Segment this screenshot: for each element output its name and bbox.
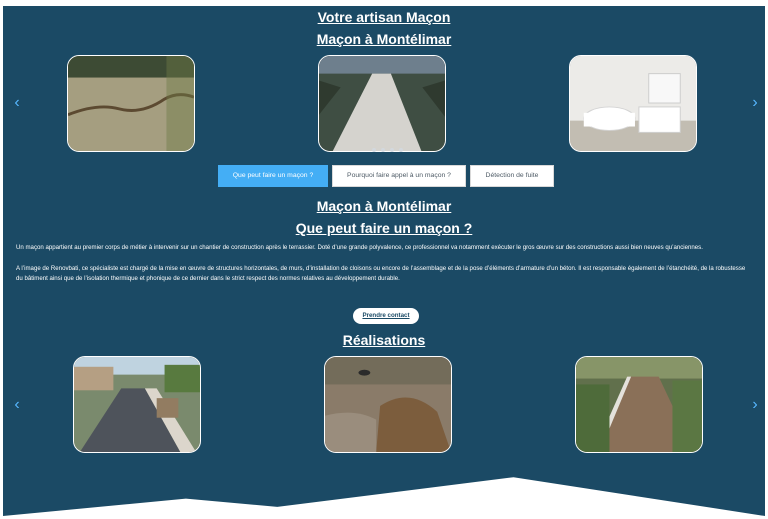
- carousel-image-bathroom: [569, 55, 697, 152]
- asphalt-driveway-image: [74, 357, 200, 452]
- carousel-image-concrete-slab: [67, 55, 195, 152]
- garden-path-image: [576, 357, 702, 452]
- tab-pourquoi-faire-appel[interactable]: Pourquoi faire appel à un maçon ?: [332, 165, 466, 187]
- realisation-image-garden-path: [575, 356, 703, 453]
- carousel-indicator[interactable]: [372, 148, 376, 152]
- carousel-indicators: [372, 148, 403, 152]
- content-title-2[interactable]: Que peut faire un maçon ?: [0, 220, 768, 236]
- carousel-next-arrow[interactable]: ›: [748, 95, 762, 111]
- content-paragraph-1: Un maçon appartient au premier corps de …: [16, 244, 703, 251]
- carousel-indicator[interactable]: [399, 148, 403, 152]
- concrete-path-image: [319, 56, 445, 151]
- tab-que-peut-faire[interactable]: Que peut faire un maçon ?: [218, 165, 328, 187]
- carousel-indicator[interactable]: [390, 148, 394, 152]
- hero-title-2[interactable]: Maçon à Montélimar: [0, 31, 768, 47]
- carousel-prev-arrow[interactable]: ‹: [10, 95, 24, 111]
- carousel-image-concrete-path: [318, 55, 446, 152]
- realisation-image-excavation: [324, 356, 452, 453]
- contact-button[interactable]: Prendre contact: [353, 308, 419, 324]
- tab-detection-fuite[interactable]: Détection de fuite: [470, 165, 554, 187]
- bathroom-image: [570, 56, 696, 151]
- excavation-image: [325, 357, 451, 452]
- hero-title-1[interactable]: Votre artisan Maçon: [0, 9, 768, 25]
- realisations-title[interactable]: Réalisations: [0, 332, 768, 348]
- realisations-next-arrow[interactable]: ›: [748, 397, 762, 413]
- content-title-1[interactable]: Maçon à Montélimar: [0, 198, 768, 214]
- concrete-slab-image: [68, 56, 194, 151]
- realisations-prev-arrow[interactable]: ‹: [10, 397, 24, 413]
- content-paragraph-2: A l’image de Renovbati, ce spécialiste e…: [16, 265, 746, 283]
- page: Votre artisan Maçon Maçon à Montélimar ‹…: [0, 0, 768, 519]
- carousel-indicator[interactable]: [381, 148, 385, 152]
- realisation-image-asphalt-driveway: [73, 356, 201, 453]
